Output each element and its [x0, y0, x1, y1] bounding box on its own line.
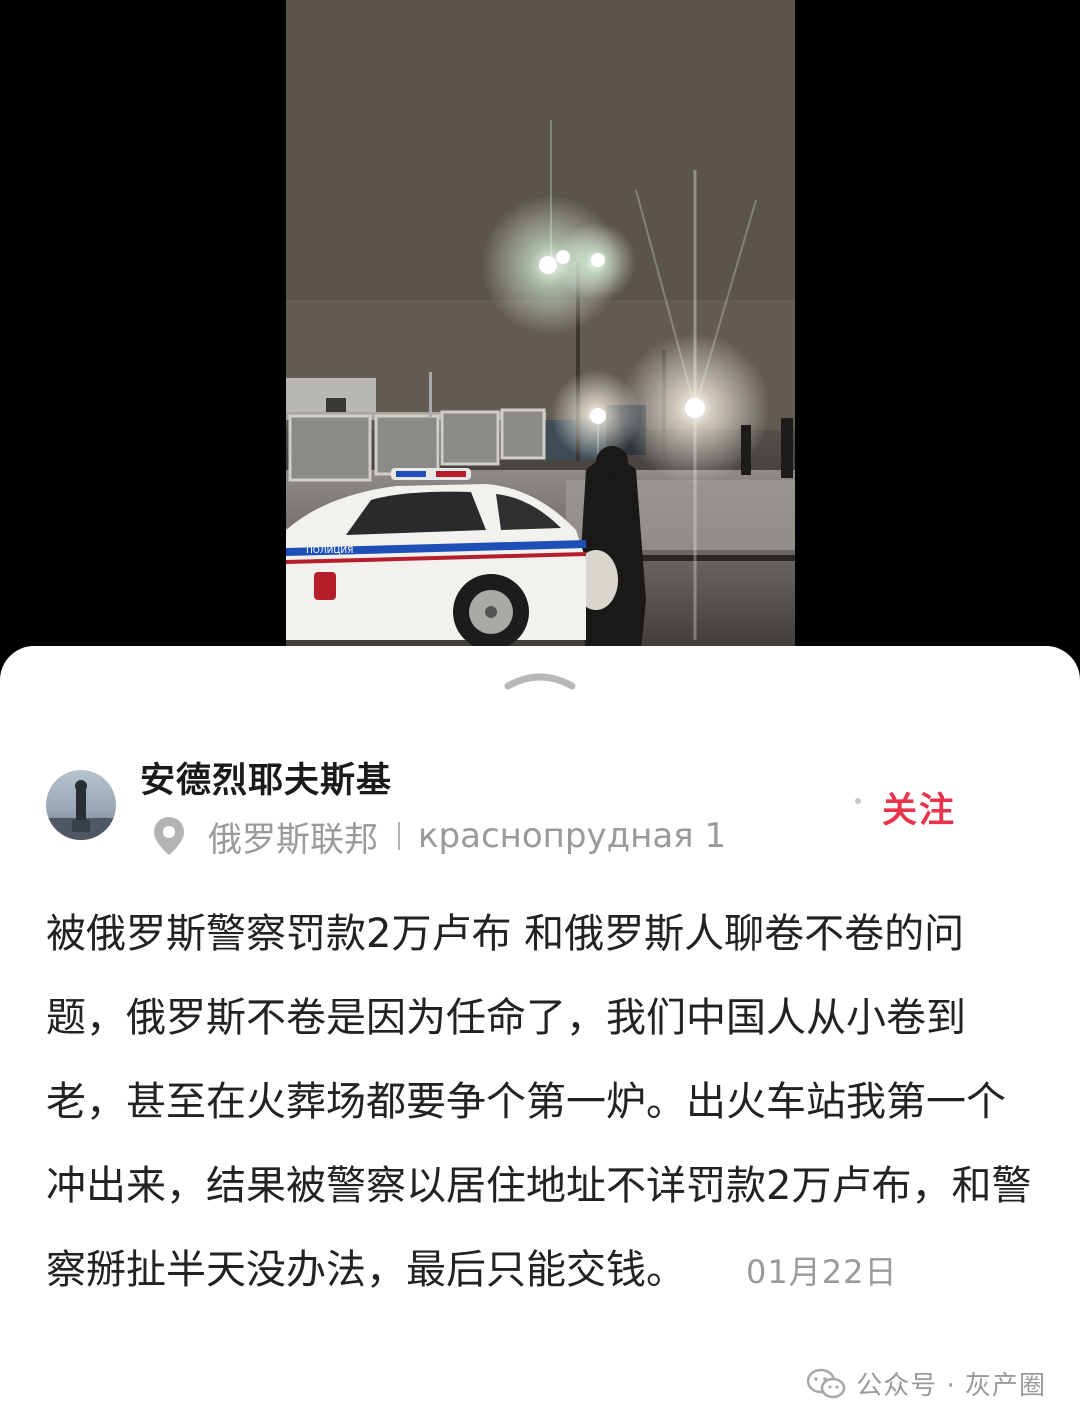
post-detail-sheet: 安德烈耶夫斯基 俄罗斯联邦 краснопрудная 1 关注 被俄罗斯警察罚…: [0, 646, 1080, 1425]
location-row[interactable]: 俄罗斯联邦 краснопрудная 1: [152, 814, 727, 860]
night-street-scene: ПОЛИЦИЯ: [286, 0, 795, 660]
post-text: 被俄罗斯警察罚款2万卢布 和俄罗斯人聊卷不卷的问题，俄罗斯不卷是因为任命了，我们…: [46, 911, 1032, 1293]
post-date: 01月22日: [746, 1253, 898, 1291]
statue-avatar-image: [46, 780, 116, 840]
watermark: 公众号 · 灰产圈: [806, 1365, 1046, 1402]
video-background: ПОЛИЦИЯ: [0, 0, 1080, 660]
location-divider: [398, 822, 400, 850]
location-region: 俄罗斯联邦: [208, 819, 378, 860]
location-pin-icon: [154, 817, 184, 855]
wechat-icon: [806, 1368, 846, 1398]
author-name[interactable]: 安德烈耶夫斯基: [140, 752, 392, 803]
watermark-text: 公众号 · 灰产圈: [856, 1371, 1046, 1401]
follow-button[interactable]: 关注: [882, 782, 956, 833]
chevron-up-icon[interactable]: [504, 668, 576, 690]
car-police-marking: ПОЛИЦИЯ: [306, 546, 353, 556]
location-place: краснопрудная 1: [418, 816, 727, 856]
avatar[interactable]: [46, 770, 116, 840]
separator-dot: [855, 798, 861, 804]
post-photo[interactable]: ПОЛИЦИЯ: [286, 0, 795, 660]
post-content: 被俄罗斯警察罚款2万卢布 和俄罗斯人聊卷不卷的问题，俄罗斯不卷是因为任命了，我们…: [46, 892, 1036, 1314]
